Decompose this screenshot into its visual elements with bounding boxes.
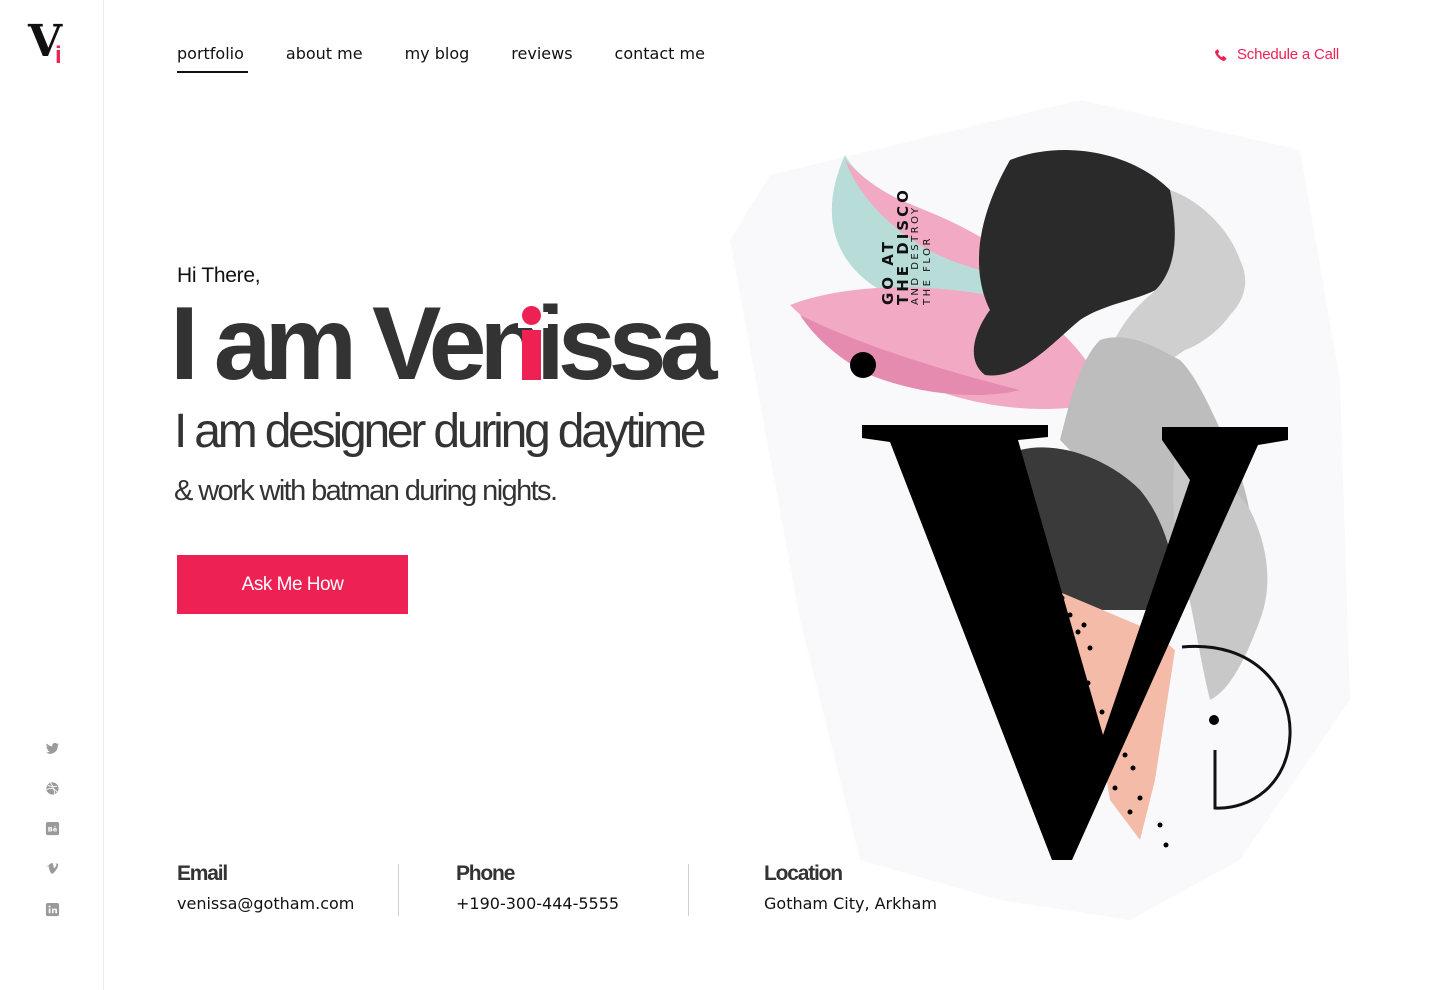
sidebar: V i Bē: [0, 0, 104, 990]
divider: [688, 864, 689, 916]
phone-label: Phone: [456, 862, 515, 885]
linkedin-icon[interactable]: [44, 901, 60, 917]
twitter-icon[interactable]: [44, 740, 60, 756]
small-dot: [1209, 715, 1219, 725]
nav-item-my-blog[interactable]: my blog: [405, 44, 470, 74]
logo-accent: i: [55, 42, 62, 69]
email-value[interactable]: venissa@gotham.com: [177, 894, 354, 913]
black-dot: [850, 352, 876, 378]
hero-headline: I am Venissa: [170, 282, 718, 407]
poster-line-4: THE FLOR: [922, 236, 933, 306]
hero-subtitle: I am designer during daytime: [174, 405, 707, 458]
accent-i-dot: [522, 306, 541, 325]
phone-value[interactable]: +190-300-444-5555: [456, 894, 619, 913]
hero-tagline: & work with batman during nights.: [174, 475, 558, 507]
phone-icon: [1215, 48, 1227, 61]
email-label: Email: [177, 862, 228, 885]
schedule-call-button[interactable]: Schedule a Call: [1214, 46, 1339, 63]
divider: [398, 864, 399, 916]
poster-line-3: AND DESTROY: [910, 205, 921, 305]
vimeo-icon[interactable]: [44, 860, 60, 876]
accent-i-stem: [522, 330, 541, 380]
email-block: Email venissa@gotham.com: [177, 862, 354, 913]
ask-me-how-button[interactable]: Ask Me How: [177, 555, 408, 614]
nav-item-contact-me[interactable]: contact me: [615, 44, 705, 74]
logo[interactable]: V i: [28, 20, 72, 72]
nav-item-about-me[interactable]: about me: [286, 44, 363, 74]
dribbble-icon[interactable]: [44, 780, 60, 796]
headline-suffix: ssa: [557, 286, 718, 402]
headline-prefix: I am Ven: [170, 286, 543, 402]
svg-text:Bē: Bē: [47, 825, 57, 833]
phone-block: Phone +190-300-444-5555: [456, 862, 619, 913]
schedule-call-label: Schedule a Call: [1237, 46, 1340, 63]
hero-artwork: GO AT THE DISCO AND DESTROY THE FLOR: [730, 100, 1350, 920]
nav-item-reviews[interactable]: reviews: [511, 44, 572, 74]
nav-item-portfolio[interactable]: portfolio: [177, 44, 248, 74]
main-nav: portfolio about me my blog reviews conta…: [177, 44, 747, 74]
behance-icon[interactable]: Bē: [44, 820, 60, 836]
